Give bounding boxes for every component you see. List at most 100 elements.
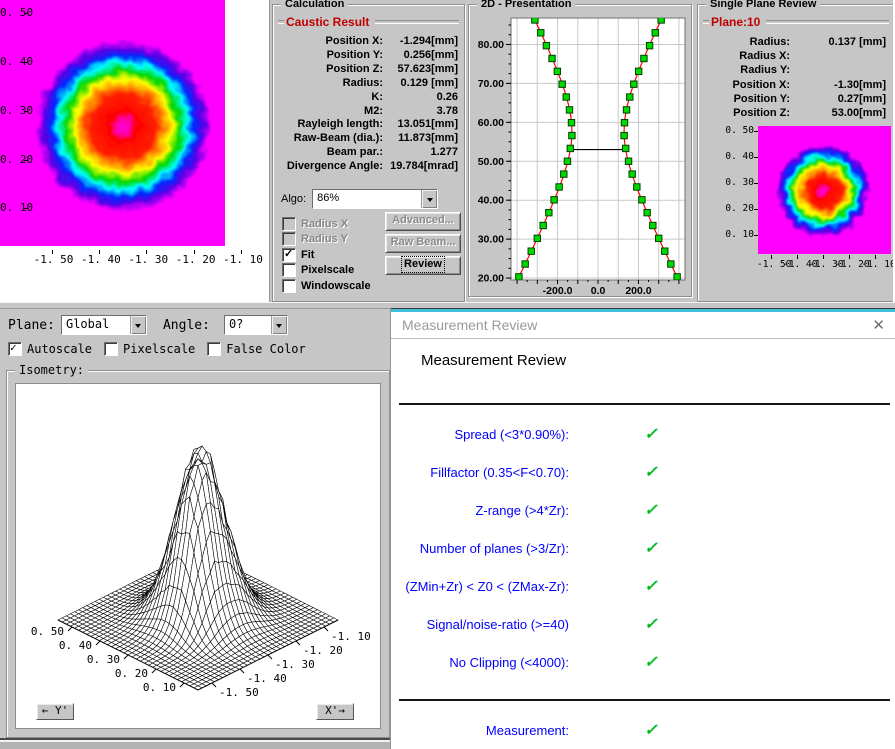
- beam-y-tick-label: 0. 20: [0, 154, 24, 166]
- beam-y-tick-label: 0. 10: [0, 202, 24, 214]
- field-row: Radius:0.137 [mm]: [702, 35, 888, 49]
- field-label: Radius Y:: [702, 63, 790, 77]
- dropdown-arrow-icon[interactable]: [271, 316, 287, 334]
- angle-select[interactable]: 0?: [224, 315, 288, 335]
- button-raw-beam[interactable]: Raw Beam...: [385, 234, 461, 253]
- tick: [754, 235, 758, 236]
- tick: [823, 255, 824, 259]
- checkbox-label: Fit: [296, 249, 314, 261]
- tick: [849, 255, 850, 259]
- svg-text:80.00: 80.00: [478, 39, 504, 51]
- view-checkboxes: Autoscale Pixelscale False Color: [8, 340, 318, 358]
- checkbox-radius-y[interactable]: Radius Y: [282, 232, 382, 248]
- single-plane-x-tick-label: -1. 30: [809, 259, 837, 271]
- rotate-y-button[interactable]: ← Y': [36, 703, 74, 720]
- field-row: K:0.26: [277, 91, 460, 105]
- checkbox-pixelscale[interactable]: Pixelscale: [104, 340, 195, 358]
- checkbox-box[interactable]: [282, 279, 296, 293]
- tick: [797, 255, 798, 259]
- single-plane-y-tick-label: 0. 30: [698, 177, 754, 189]
- checkbox-autoscale[interactable]: Autoscale: [8, 340, 92, 358]
- checkbox-windowscale[interactable]: Windowscale: [282, 278, 382, 294]
- button-label: Review: [402, 257, 444, 272]
- divider: [399, 699, 890, 701]
- button-review[interactable]: Review: [385, 256, 461, 275]
- checkbox-box[interactable]: [282, 217, 296, 231]
- field-value: -1.30[mm]: [790, 78, 888, 92]
- review-item: Number of planes (>3/Zr):✓: [391, 529, 895, 567]
- checkbox-label: Pixelscale: [296, 264, 354, 276]
- svg-text:40.00: 40.00: [478, 195, 504, 207]
- button-advanced[interactable]: Advanced...: [385, 212, 461, 231]
- svg-text:0. 10: 0. 10: [143, 681, 176, 694]
- checkbox-box[interactable]: [207, 342, 221, 356]
- checkbox-fit[interactable]: Fit: [282, 247, 382, 263]
- plane-select-value[interactable]: Global: [62, 316, 130, 334]
- window-titlebar[interactable]: Measurement Review ✕: [391, 312, 895, 339]
- svg-text:-1. 30: -1. 30: [275, 658, 315, 671]
- dropdown-arrow-icon[interactable]: [130, 316, 146, 334]
- single-plane-y-tick-label: 0. 20: [698, 203, 754, 215]
- svg-text:-1. 20: -1. 20: [303, 644, 343, 657]
- check-icon: ✓: [631, 576, 671, 596]
- angle-select-value[interactable]: 0?: [225, 316, 271, 334]
- checkbox-pixelscale[interactable]: Pixelscale: [282, 263, 382, 279]
- beam-x-tick-label: -1. 10: [223, 254, 259, 266]
- checkbox-box[interactable]: [282, 248, 296, 262]
- field-row: Beam par.:1.277: [277, 146, 460, 160]
- checkbox-label: Windowscale: [296, 280, 371, 292]
- field-row: Radius Y:: [702, 63, 888, 77]
- field-label: Position Z:: [702, 106, 790, 120]
- dropdown-arrow-icon[interactable]: [421, 190, 437, 208]
- algo-select[interactable]: 86%: [312, 189, 438, 209]
- algo-label: Algo:: [281, 193, 312, 205]
- close-icon[interactable]: ✕: [872, 318, 885, 333]
- field-value: 57.623[mm]: [383, 63, 460, 77]
- calculation-checkboxes: Radius XRadius YFit Pixelscale Windowscale: [282, 216, 382, 294]
- field-value: 53.00[mm]: [790, 106, 888, 120]
- single-plane-fields: Radius:0.137 [mm]Radius X:Radius Y:Posit…: [702, 35, 888, 120]
- algo-value[interactable]: 86%: [313, 190, 421, 208]
- svg-text:-1. 40: -1. 40: [247, 672, 287, 685]
- calculation-group: Calculation Caustic Result Position X:-1…: [272, 4, 465, 302]
- field-label: Position Z:: [277, 63, 383, 77]
- checkbox-box[interactable]: [8, 342, 22, 356]
- field-row: Position Y:0.27[mm]: [702, 92, 888, 106]
- field-value: -1.294[mm]: [383, 35, 460, 49]
- svg-text:30.00: 30.00: [478, 234, 504, 246]
- field-label: Radius:: [277, 77, 383, 91]
- checkbox-radius-x[interactable]: Radius X: [282, 216, 382, 232]
- plane-heading: Plane:10: [703, 15, 889, 29]
- tick: [99, 250, 100, 254]
- review-final-label: Measurement:: [391, 723, 569, 738]
- presentation-group: 2D - Presentation 80.0070.0060.0050.0040…: [468, 4, 692, 297]
- field-row: Raw-Beam (dia.):11.873[mm]: [277, 132, 460, 146]
- field-value: 0.137 [mm]: [790, 35, 888, 49]
- checkbox-box[interactable]: [282, 263, 296, 277]
- svg-text:20.00: 20.00: [478, 273, 504, 285]
- plane-title: Plane:10: [709, 15, 762, 29]
- checkbox-box[interactable]: [104, 342, 118, 356]
- single-plane-x-tick-label: -1. 50: [757, 259, 785, 271]
- field-label: Raw-Beam (dia.):: [277, 132, 383, 146]
- svg-text:70.00: 70.00: [478, 78, 504, 90]
- tick: [24, 208, 28, 209]
- svg-text:60.00: 60.00: [478, 117, 504, 129]
- svg-text:50.00: 50.00: [478, 156, 504, 168]
- checkbox-label: False Color: [221, 342, 305, 356]
- svg-text:200.0: 200.0: [625, 285, 651, 294]
- svg-text:0. 30: 0. 30: [87, 653, 120, 666]
- calculation-buttons: Advanced... Raw Beam... Review: [385, 212, 461, 278]
- check-icon: ✓: [631, 720, 671, 740]
- tick: [754, 183, 758, 184]
- check-icon: ✓: [631, 538, 671, 558]
- checkbox-box[interactable]: [282, 232, 296, 246]
- plane-select[interactable]: Global: [61, 315, 147, 335]
- rotate-x-button[interactable]: X'→: [316, 703, 354, 720]
- review-item: No Clipping (<4000):✓: [391, 643, 895, 681]
- tick: [24, 62, 28, 63]
- checkbox-label: Autoscale: [22, 342, 92, 356]
- checkbox-false-color[interactable]: False Color: [207, 340, 305, 358]
- field-label: Divergence Angle:: [277, 160, 383, 174]
- field-row: Rayleigh length:13.051[mm]: [277, 118, 460, 132]
